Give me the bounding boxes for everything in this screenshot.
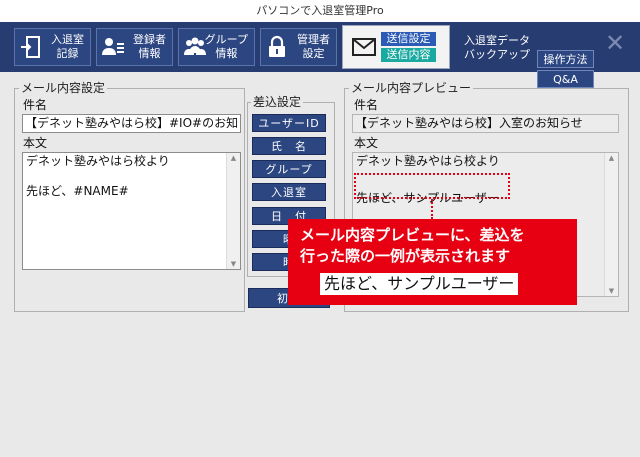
user-card-icon [102, 38, 124, 55]
backup-button[interactable]: 入退室データ バックアップ [454, 28, 532, 66]
admin-button[interactable]: 管理者 設定 [260, 28, 337, 66]
group-button[interactable]: グループ 情報 [178, 28, 255, 66]
body-line [26, 169, 237, 184]
body-line: デネット塾みやはら校より [26, 154, 170, 168]
callout-example: 先ほど、サンプルユーザー [320, 273, 519, 295]
scroll-up-icon[interactable]: ▲ [227, 154, 240, 162]
body-textarea[interactable]: デネット塾みやはら校より 先ほど、#NAME# ▲ ▼ [22, 152, 241, 270]
insert-settings-legend: 差込設定 [251, 94, 304, 110]
backup-button-label: 入退室データ バックアップ [464, 34, 530, 61]
preview-subject-field: 【デネット塾みやはら校】入室のお知らせ [352, 114, 619, 133]
insert-group-button[interactable]: グループ [252, 160, 326, 178]
record-button[interactable]: 入退室 記録 [14, 28, 91, 66]
mail-settings-panel: 送信設定 送信内容 [342, 25, 450, 69]
body-scrollbar[interactable]: ▲ ▼ [226, 153, 240, 269]
body-label: 本文 [23, 136, 48, 150]
preview-subject-label: 件名 [354, 98, 379, 112]
callout-line-2: 行った際の一例が表示されます [300, 247, 511, 265]
help-button[interactable]: 操作方法 [537, 50, 594, 68]
window-title: パソコンで入退室管理Pro [0, 0, 640, 23]
preview-body-line: デネット塾みやはら校より [356, 154, 500, 168]
qa-button[interactable]: Q&A [537, 70, 594, 88]
tab-send-content[interactable]: 送信内容 [381, 48, 436, 62]
preview-highlight-box [354, 173, 510, 199]
group-button-label: グループ 情報 [204, 33, 248, 60]
record-button-label: 入退室 記録 [51, 33, 84, 60]
body-line: 先ほど、#NAME# [26, 184, 129, 198]
registrant-button[interactable]: 登録者 情報 [96, 28, 173, 66]
preview-scrollbar[interactable]: ▲ ▼ [604, 153, 618, 296]
subject-input[interactable]: 【デネット塾みやはら校】#IO#のお知らせ [22, 114, 241, 133]
scroll-down-icon[interactable]: ▼ [227, 260, 240, 268]
toolbar: 入退室 記録 登録者 情報 グループ 情報 管理者 設定 送信設定 送信内容 入… [0, 22, 640, 88]
admin-button-label: 管理者 設定 [297, 33, 330, 60]
lock-icon [269, 35, 285, 57]
annotation-callout: メール内容プレビューに、差込を 行った際の一例が表示されます 先ほど、サンプルユ… [288, 219, 577, 305]
group-icon [184, 37, 206, 55]
scroll-down-icon[interactable]: ▼ [605, 287, 618, 295]
envelope-icon [352, 38, 376, 56]
insert-userid-button[interactable]: ユーザーID [252, 114, 326, 132]
insert-inout-button[interactable]: 入退室 [252, 183, 326, 201]
mail-settings-legend: メール内容設定 [19, 80, 108, 96]
door-exit-icon [21, 36, 40, 58]
tab-send-settings[interactable]: 送信設定 [381, 32, 436, 46]
preview-body-label: 本文 [354, 136, 379, 150]
close-icon[interactable]: ✕ [602, 30, 628, 56]
registrant-button-label: 登録者 情報 [133, 33, 166, 60]
callout-connector [431, 199, 433, 219]
insert-name-button[interactable]: 氏 名 [252, 137, 326, 155]
callout-line-1: メール内容プレビューに、差込を [300, 226, 525, 244]
scroll-up-icon[interactable]: ▲ [605, 154, 618, 162]
subject-label: 件名 [23, 98, 48, 112]
preview-legend: メール内容プレビュー [349, 80, 474, 96]
